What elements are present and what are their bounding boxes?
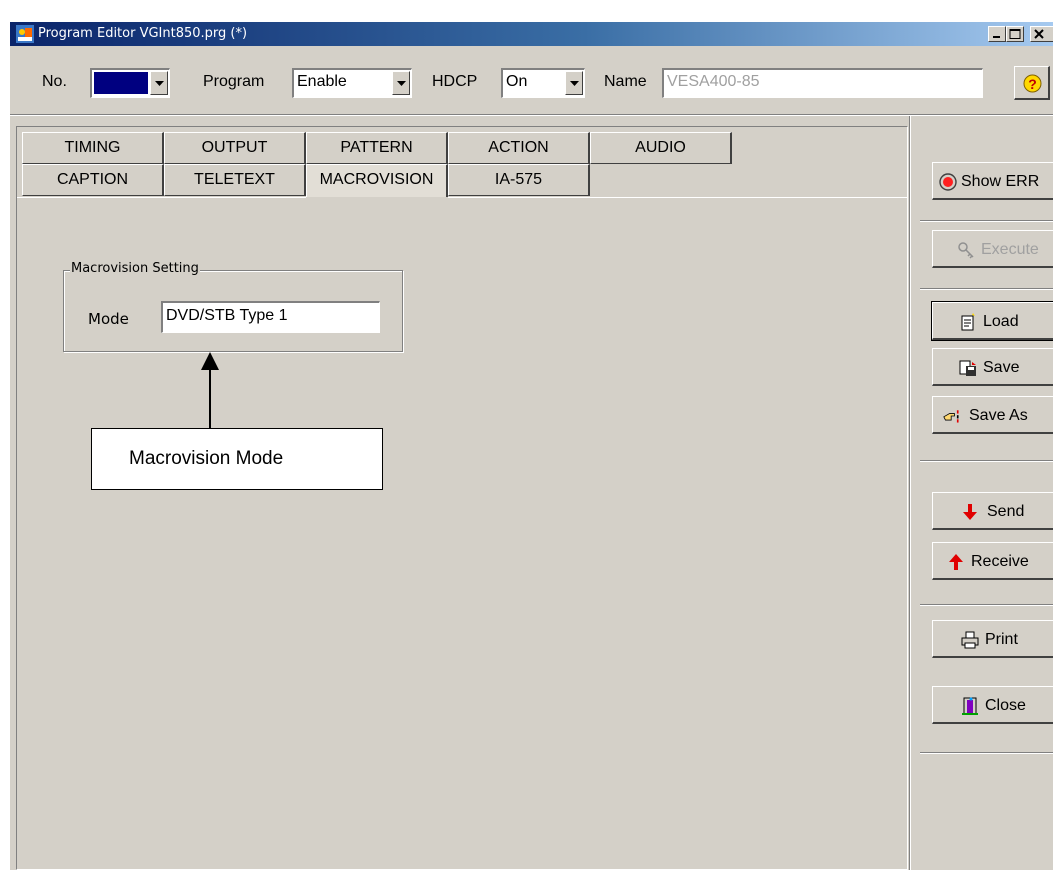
name-input[interactable]: VESA400-85 [662, 68, 983, 98]
hdcp-dropdown-button[interactable] [565, 71, 583, 95]
record-icon [939, 173, 957, 191]
mode-label: Mode [88, 310, 129, 328]
name-value: VESA400-85 [667, 73, 760, 90]
save-file-icon [959, 360, 976, 376]
tab-timing[interactable]: TIMING [22, 132, 164, 164]
no-selection [94, 72, 148, 94]
save-as-label: Save As [969, 407, 1028, 424]
close-icon [1034, 29, 1044, 39]
name-label: Name [604, 73, 647, 90]
receive-label: Receive [971, 553, 1029, 570]
side-separator [920, 460, 1053, 462]
execute-button[interactable]: Execute [932, 230, 1053, 268]
toolbar-separator [10, 114, 1053, 116]
no-dropdown-button[interactable] [150, 71, 168, 95]
maximize-button[interactable] [1006, 26, 1024, 42]
save-label: Save [983, 359, 1020, 376]
tab-teletext[interactable]: TELETEXT [164, 164, 306, 196]
key-icon [958, 242, 974, 259]
program-label: Program [203, 73, 265, 90]
load-button[interactable]: Load [931, 301, 1053, 341]
hdcp-value: On [506, 73, 528, 90]
arrow-down-icon [963, 504, 977, 520]
mode-input[interactable]: DVD/STB Type 1 [161, 301, 380, 333]
hdcp-dropdown[interactable]: On [501, 68, 585, 98]
program-dropdown[interactable]: Enable [292, 68, 412, 98]
print-label: Print [985, 631, 1018, 648]
side-separator [920, 752, 1053, 754]
macrovision-setting-group: Macrovision Setting Mode DVD/STB Type 1 [63, 261, 403, 352]
close-label: Close [985, 697, 1026, 714]
program-editor-window: Program Editor VGInt850.prg (*) No. Prog… [8, 20, 1053, 870]
execute-label: Execute [981, 241, 1039, 258]
program-value: Enable [297, 73, 347, 90]
printer-icon [961, 631, 979, 649]
group-title: Macrovision Setting [70, 261, 200, 276]
no-dropdown[interactable] [90, 68, 170, 98]
close-window-button[interactable] [1030, 26, 1053, 42]
arrow-up-icon [949, 554, 963, 570]
show-err-label: Show ERR [961, 173, 1040, 190]
tab-macrovision[interactable]: MACROVISION [306, 164, 448, 197]
help-button[interactable]: ? [1014, 66, 1050, 100]
tab-audio[interactable]: AUDIO [590, 132, 732, 164]
main-panel [16, 126, 908, 870]
print-button[interactable]: Print [932, 620, 1053, 658]
chevron-down-icon [570, 81, 579, 86]
callout-box: Macrovision Mode [91, 428, 383, 490]
chevron-down-icon [397, 81, 406, 86]
tab-caption[interactable]: CAPTION [22, 164, 164, 196]
mode-value: DVD/STB Type 1 [166, 307, 288, 324]
title-bar[interactable]: Program Editor VGInt850.prg (*) [10, 22, 1053, 46]
send-button[interactable]: Send [932, 492, 1053, 530]
program-dropdown-button[interactable] [392, 71, 410, 95]
tab-content-edge-right [448, 197, 907, 198]
side-separator [920, 288, 1053, 290]
chevron-down-icon [155, 81, 164, 86]
side-separator [920, 220, 1053, 222]
receive-button[interactable]: Receive [932, 542, 1053, 580]
exit-door-icon [962, 697, 978, 715]
svg-text:?: ? [1028, 76, 1037, 92]
tab-pattern[interactable]: PATTERN [306, 132, 448, 164]
minimize-button[interactable] [988, 26, 1006, 42]
side-separator [920, 604, 1053, 606]
tab-content-edge-left [17, 197, 306, 198]
window-title: Program Editor VGInt850.prg (*) [38, 26, 248, 41]
program-editor-icon [16, 25, 34, 43]
show-err-button[interactable]: Show ERR [932, 162, 1053, 200]
minimize-icon [993, 36, 1000, 38]
close-button[interactable]: Close [932, 686, 1053, 724]
load-label: Load [983, 313, 1019, 330]
save-button[interactable]: Save [932, 348, 1053, 386]
side-panel-divider [909, 116, 911, 870]
tab-action[interactable]: ACTION [448, 132, 590, 164]
save-as-button[interactable]: Save As [932, 396, 1053, 434]
question-icon: ? [1023, 74, 1042, 93]
pointing-hand-icon [943, 410, 959, 423]
maximize-icon [1009, 29, 1021, 39]
tab-ia-575[interactable]: IA-575 [448, 164, 590, 196]
hdcp-label: HDCP [432, 73, 478, 90]
callout-arrow [201, 352, 219, 428]
no-label: No. [42, 73, 67, 90]
tab-output[interactable]: OUTPUT [164, 132, 306, 164]
send-label: Send [987, 503, 1025, 520]
load-file-icon [961, 313, 975, 331]
